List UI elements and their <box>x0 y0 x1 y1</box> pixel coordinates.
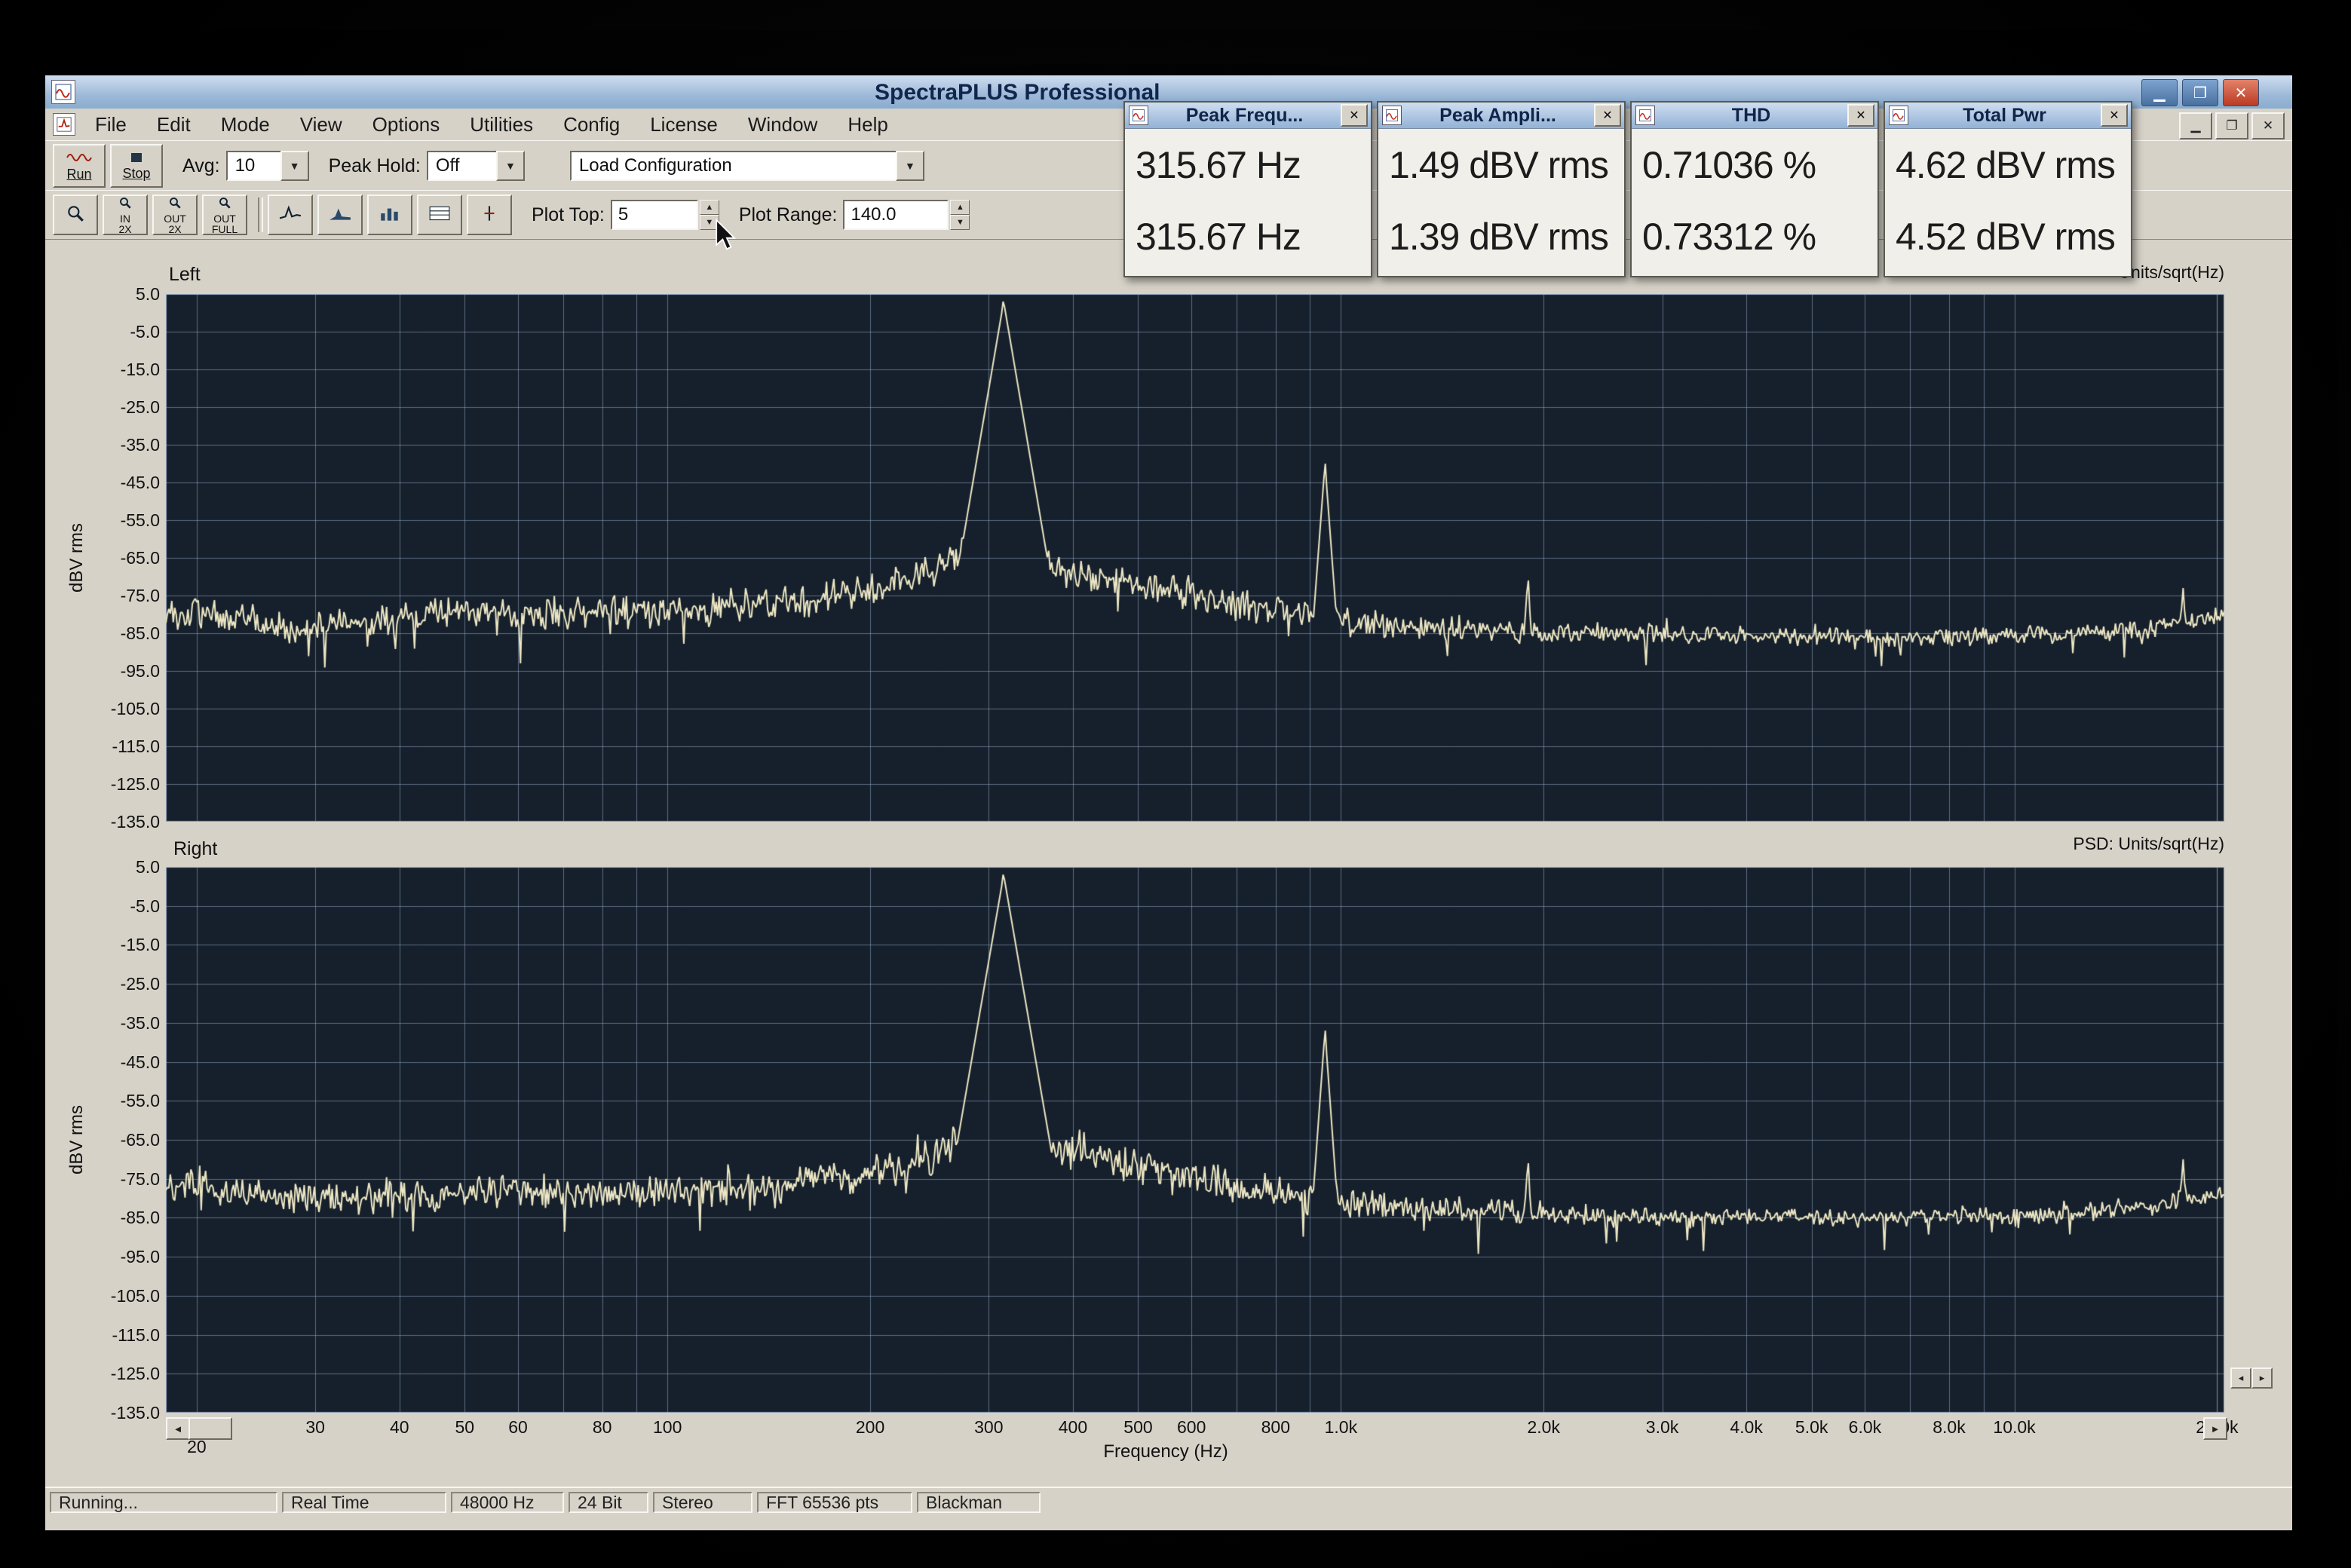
y-tick-label: -135.0 <box>72 812 160 832</box>
x-tick-label: 6.0k <box>1849 1417 1881 1438</box>
x-tick-label: 50 <box>455 1417 475 1438</box>
meter-title-text: THD <box>1655 105 1847 127</box>
x-tick-label: 40 <box>390 1417 409 1438</box>
meter-window-peak-frequ-[interactable]: Peak Frequ...✕315.67 Hz315.67 Hz <box>1123 101 1372 277</box>
status-bar: Running...Real Time48000 Hz24 BitStereoF… <box>45 1487 2292 1517</box>
spectrum-plot-right[interactable] <box>166 867 2224 1413</box>
close-icon[interactable]: ✕ <box>1847 104 1874 127</box>
meter-title-text: Peak Frequ... <box>1148 105 1341 127</box>
meter-value-right: 1.39 dBV rms <box>1378 201 1624 272</box>
y-tick-label: -35.0 <box>72 435 160 455</box>
y-tick-label: -35.0 <box>72 1013 160 1034</box>
mouse-cursor <box>715 219 737 256</box>
app-window: SpectraPLUS Professional ▁ ❐ ✕ FileEditM… <box>45 75 2292 1530</box>
meter-title-text: Peak Ampli... <box>1402 105 1594 127</box>
meter-app-icon <box>1635 106 1655 125</box>
y-tick-label: -15.0 <box>72 360 160 380</box>
x-tick-label: 8.0k <box>1933 1417 1965 1438</box>
x-tick-label: 400 <box>1059 1417 1087 1438</box>
meter-window-thd[interactable]: THD✕0.71036 %0.73312 % <box>1630 101 1879 277</box>
y-tick-label: -15.0 <box>72 935 160 955</box>
y-tick-label: 5.0 <box>72 284 160 305</box>
meter-value-left: 4.62 dBV rms <box>1885 129 2131 201</box>
x-tick-label: 2.0k <box>1527 1417 1559 1438</box>
y-tick-label: -105.0 <box>72 1286 160 1306</box>
y-tick-label: -95.0 <box>72 661 160 681</box>
y-tick-label: -115.0 <box>72 1325 160 1346</box>
x-tick-label: 500 <box>1123 1417 1152 1438</box>
psd-units-label-top: Units/sqrt(Hz) <box>2118 262 2224 283</box>
close-icon[interactable]: ✕ <box>1594 104 1621 127</box>
x-tick-label: 80 <box>593 1417 612 1438</box>
close-icon[interactable]: ✕ <box>1341 104 1368 127</box>
x-tick-label: 4.0k <box>1730 1417 1762 1438</box>
close-icon[interactable]: ✕ <box>2101 104 2128 127</box>
spectrum-plot-left[interactable] <box>166 294 2224 822</box>
x-tick-label: 1.0k <box>1325 1417 1357 1438</box>
x-tick-label: 800 <box>1261 1417 1290 1438</box>
x-tick-label: 5.0k <box>1795 1417 1828 1438</box>
y-tick-label: -95.0 <box>72 1247 160 1267</box>
y-tick-label: -45.0 <box>72 473 160 493</box>
meter-titlebar[interactable]: Peak Ampli...✕ <box>1378 103 1624 129</box>
status-mode: Real Time <box>282 1492 446 1513</box>
y-tick-label: -25.0 <box>72 397 160 418</box>
meter-value-right: 0.73312 % <box>1632 201 1877 272</box>
x-tick-label: 30 <box>305 1417 325 1438</box>
y-tick-label: -125.0 <box>72 1364 160 1384</box>
y-axis-title: dBV rms <box>66 1105 87 1174</box>
meter-value-right: 4.52 dBV rms <box>1885 201 2131 272</box>
psd-units-label-mid: PSD: Units/sqrt(Hz) <box>2073 834 2224 854</box>
meter-app-icon <box>1129 106 1148 125</box>
meter-window-peak-ampli-[interactable]: Peak Ampli...✕1.49 dBV rms1.39 dBV rms <box>1377 101 1626 277</box>
y-tick-label: -25.0 <box>72 974 160 994</box>
y-tick-label: -105.0 <box>72 699 160 719</box>
meter-app-icon <box>1889 106 1908 125</box>
y-tick-label: -135.0 <box>72 1403 160 1423</box>
y-axis-title: dBV rms <box>66 523 87 593</box>
meter-title-text: Total Pwr <box>1908 105 2101 127</box>
monitor-bezel: SpectraPLUS Professional ▁ ❐ ✕ FileEditM… <box>0 0 2351 1568</box>
x-tick-label: 200 <box>856 1417 884 1438</box>
y-tick-label: -5.0 <box>72 896 160 917</box>
status-fft: FFT 65536 pts <box>757 1492 912 1513</box>
x-axis-title: Frequency (Hz) <box>1103 1441 1228 1462</box>
y-tick-label: 5.0 <box>72 857 160 877</box>
meter-titlebar[interactable]: THD✕ <box>1632 103 1877 129</box>
y-tick-label: -125.0 <box>72 774 160 795</box>
meter-value-left: 0.71036 % <box>1632 129 1877 201</box>
y-tick-label: -5.0 <box>72 322 160 342</box>
plot-pan-right-button[interactable]: ▸ <box>2251 1367 2273 1389</box>
meter-titlebar[interactable]: Total Pwr✕ <box>1885 103 2131 129</box>
meter-titlebar[interactable]: Peak Frequ...✕ <box>1125 103 1371 129</box>
x-tick-label: 600 <box>1177 1417 1206 1438</box>
plot-region: Left Units/sqrt(Hz) PSD: Units/sqrt(Hz) … <box>45 75 2292 1530</box>
x-tick-label: 60 <box>508 1417 528 1438</box>
x-tick-label: 20 <box>187 1437 207 1457</box>
hscroll-left-arrow[interactable]: ◄ <box>166 1417 190 1440</box>
meter-app-icon <box>1382 106 1402 125</box>
hscroll-thumb[interactable] <box>189 1417 232 1440</box>
x-tick-label: 100 <box>653 1417 682 1438</box>
meter-value-left: 315.67 Hz <box>1125 129 1371 201</box>
y-tick-label: -45.0 <box>72 1052 160 1073</box>
left-channel-label: Left <box>169 264 201 286</box>
plot-pan-left-button[interactable]: ◂ <box>2230 1367 2251 1389</box>
x-tick-label: 300 <box>974 1417 1003 1438</box>
status-bits: 24 Bit <box>569 1492 648 1513</box>
hscroll-right-arrow[interactable]: ► <box>2203 1417 2227 1440</box>
y-tick-label: -115.0 <box>72 737 160 757</box>
status-window: Blackman <box>917 1492 1041 1513</box>
meter-value-right: 315.67 Hz <box>1125 201 1371 272</box>
status-running: Running... <box>50 1492 277 1513</box>
right-channel-label: Right <box>173 838 217 860</box>
meter-value-left: 1.49 dBV rms <box>1378 129 1624 201</box>
x-tick-label: 3.0k <box>1646 1417 1678 1438</box>
y-tick-label: -85.0 <box>72 1208 160 1228</box>
status-channels: Stereo <box>653 1492 753 1513</box>
meter-window-total-pwr[interactable]: Total Pwr✕4.62 dBV rms4.52 dBV rms <box>1884 101 2132 277</box>
x-tick-label: 10.0k <box>1993 1417 2035 1438</box>
status-samplerate: 48000 Hz <box>451 1492 564 1513</box>
y-tick-label: -85.0 <box>72 623 160 644</box>
